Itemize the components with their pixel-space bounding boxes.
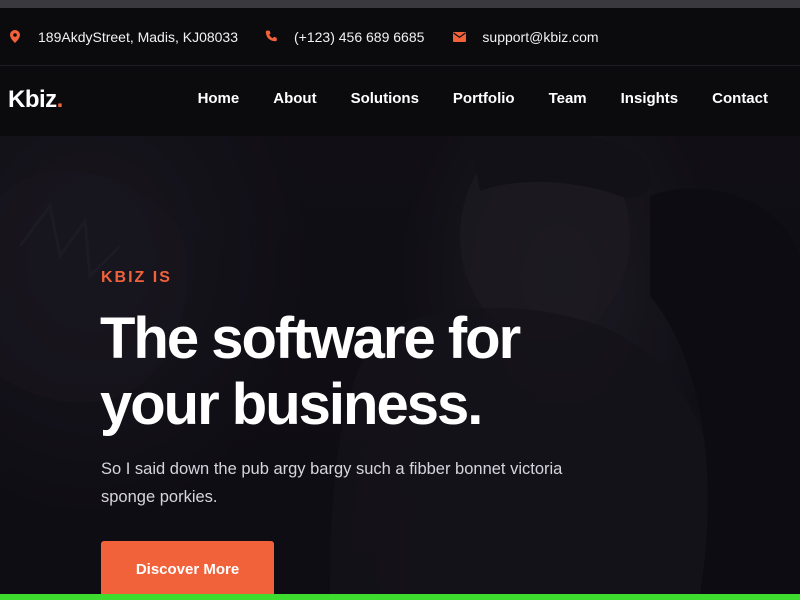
nav-menu: Home About Solutions Portfolio Team Insi… [164, 90, 768, 107]
hero-headline: The software for your business. [100, 306, 521, 437]
map-pin-icon [8, 30, 22, 44]
address-item: 189AkdyStreet, Madis, KJ08033 [8, 29, 238, 45]
bottom-accent-line [0, 594, 800, 600]
nav-item-portfolio[interactable]: Portfolio [453, 90, 515, 107]
nav-item-home[interactable]: Home [198, 90, 240, 107]
phone-icon [264, 30, 278, 44]
brand-name: Kbiz [8, 86, 57, 113]
hero-eyebrow: KBIZ IS [101, 269, 172, 286]
nav-item-team[interactable]: Team [549, 90, 587, 107]
phone-text[interactable]: (+123) 456 689 6685 [294, 29, 424, 45]
envelope-icon [452, 30, 466, 44]
contact-topbar: 189AkdyStreet, Madis, KJ08033 (+123) 456… [0, 8, 800, 66]
email-text[interactable]: support@kbiz.com [482, 29, 598, 45]
browser-chrome-strip [0, 0, 800, 8]
nav-item-contact[interactable]: Contact [712, 90, 768, 107]
phone-item[interactable]: (+123) 456 689 6685 [264, 29, 424, 45]
nav-item-solutions[interactable]: Solutions [351, 90, 419, 107]
nav-item-about[interactable]: About [273, 90, 316, 107]
email-item[interactable]: support@kbiz.com [452, 29, 599, 45]
main-navbar: Kbiz. Home About Solutions Portfolio Tea… [0, 66, 800, 136]
address-text: 189AkdyStreet, Madis, KJ08033 [38, 28, 239, 45]
brand-logo[interactable]: Kbiz. [8, 86, 63, 114]
discover-more-button[interactable]: Discover More [101, 541, 274, 594]
hero-section: KBIZ IS The software for your business. … [0, 136, 800, 594]
nav-item-insights[interactable]: Insights [621, 90, 679, 107]
brand-dot: . [56, 86, 64, 113]
hero-subtext: So I said down the pub argy bargy such a… [101, 460, 563, 506]
